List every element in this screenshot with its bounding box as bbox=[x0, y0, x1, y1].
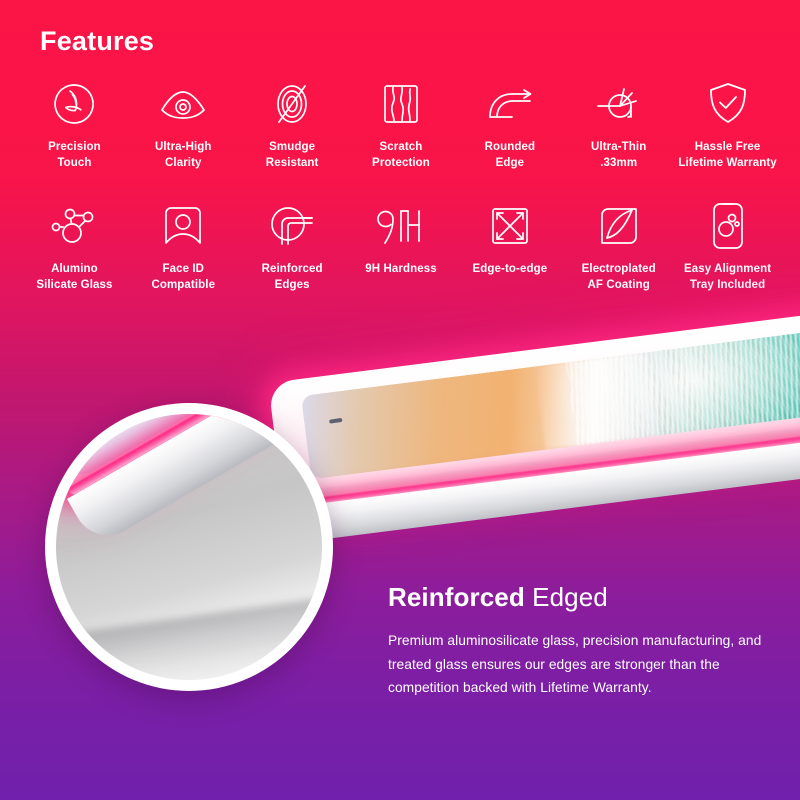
nine-h-hardness-icon bbox=[373, 200, 429, 252]
feature-label: Scratch Protection bbox=[372, 141, 430, 170]
reinforced-edges-icon bbox=[264, 200, 320, 252]
feature-item-rounded-edge[interactable]: Rounded Edge bbox=[455, 78, 564, 172]
feature-label: Electroplated AF Coating bbox=[581, 262, 656, 291]
feature-item-easy-alignment-tray[interactable]: Easy Alignment Tray Included bbox=[673, 200, 782, 294]
feature-item-scratch-protection[interactable]: Scratch Protection bbox=[347, 78, 456, 172]
magnified-reflection bbox=[61, 594, 322, 680]
easy-alignment-tray-icon bbox=[700, 200, 756, 252]
face-id-icon bbox=[155, 200, 211, 252]
magnified-corner bbox=[56, 414, 322, 601]
feature-item-edge-to-edge[interactable]: Edge-to-edge bbox=[455, 200, 564, 294]
alumino-silicate-icon bbox=[46, 200, 102, 252]
feature-label: Precision Touch bbox=[48, 141, 101, 170]
features-grid: Precision Touch Ultra-High Clarity Smudg… bbox=[20, 78, 782, 293]
copy-title-light: Edged bbox=[524, 582, 608, 612]
reinforced-edge-copy: Reinforced Edged Premium aluminosilicate… bbox=[388, 582, 780, 700]
feature-item-precision-touch[interactable]: Precision Touch bbox=[20, 78, 129, 172]
magnifier-lens bbox=[56, 414, 322, 680]
smudge-resistant-icon bbox=[264, 78, 320, 130]
shield-warranty-icon bbox=[700, 78, 756, 130]
feature-item-electroplated-af-coating[interactable]: Electroplated AF Coating bbox=[564, 200, 673, 294]
copy-title: Reinforced Edged bbox=[388, 582, 780, 613]
feature-label: Rounded Edge bbox=[484, 141, 536, 170]
feature-label: Reinforced Edges bbox=[261, 262, 323, 291]
feature-label: Easy Alignment Tray Included bbox=[683, 262, 772, 291]
edge-to-edge-icon bbox=[482, 200, 538, 252]
scratch-protection-icon bbox=[373, 78, 429, 130]
eye-clarity-icon bbox=[155, 78, 211, 130]
feature-item-ultra-thin[interactable]: Ultra-Thin .33mm bbox=[564, 78, 673, 172]
edge-magnifier-circle bbox=[45, 403, 333, 691]
electroplated-coating-icon bbox=[591, 200, 647, 252]
feature-item-hassle-free-warranty[interactable]: Hassle Free Lifetime Warranty bbox=[673, 78, 782, 172]
feature-label: Hassle Free Lifetime Warranty bbox=[678, 141, 777, 170]
feature-item-face-id-compatible[interactable]: Face ID Compatible bbox=[129, 200, 238, 294]
feature-item-9h-hardness[interactable]: 9H Hardness bbox=[347, 200, 456, 294]
feature-label: Smudge Resistant bbox=[265, 141, 319, 170]
page-title: Features bbox=[40, 26, 155, 56]
copy-title-bold: Reinforced bbox=[388, 582, 525, 612]
feature-label: Edge-to-edge bbox=[472, 262, 548, 275]
rounded-edge-icon bbox=[482, 78, 538, 130]
feature-label: 9H Hardness bbox=[365, 262, 437, 275]
copy-body: Premium aluminosilicate glass, precision… bbox=[388, 633, 762, 696]
feature-label: Alumino Silicate Glass bbox=[36, 262, 113, 291]
feature-label: Ultra-Thin .33mm bbox=[591, 141, 647, 170]
feature-label: Ultra-High Clarity bbox=[154, 141, 212, 170]
tablet-device bbox=[268, 312, 800, 572]
feature-item-alumino-silicate-glass[interactable]: Alumino Silicate Glass bbox=[20, 200, 129, 294]
feature-item-reinforced-edges[interactable]: Reinforced Edges bbox=[238, 200, 347, 294]
feature-item-ultra-high-clarity[interactable]: Ultra-High Clarity bbox=[129, 78, 238, 172]
ultra-thin-icon bbox=[591, 78, 647, 130]
wallpaper-foam-line bbox=[535, 352, 659, 450]
feature-label: Face ID Compatible bbox=[151, 262, 216, 291]
precision-touch-icon bbox=[46, 78, 102, 130]
feature-item-smudge-resistant[interactable]: Smudge Resistant bbox=[238, 78, 347, 172]
